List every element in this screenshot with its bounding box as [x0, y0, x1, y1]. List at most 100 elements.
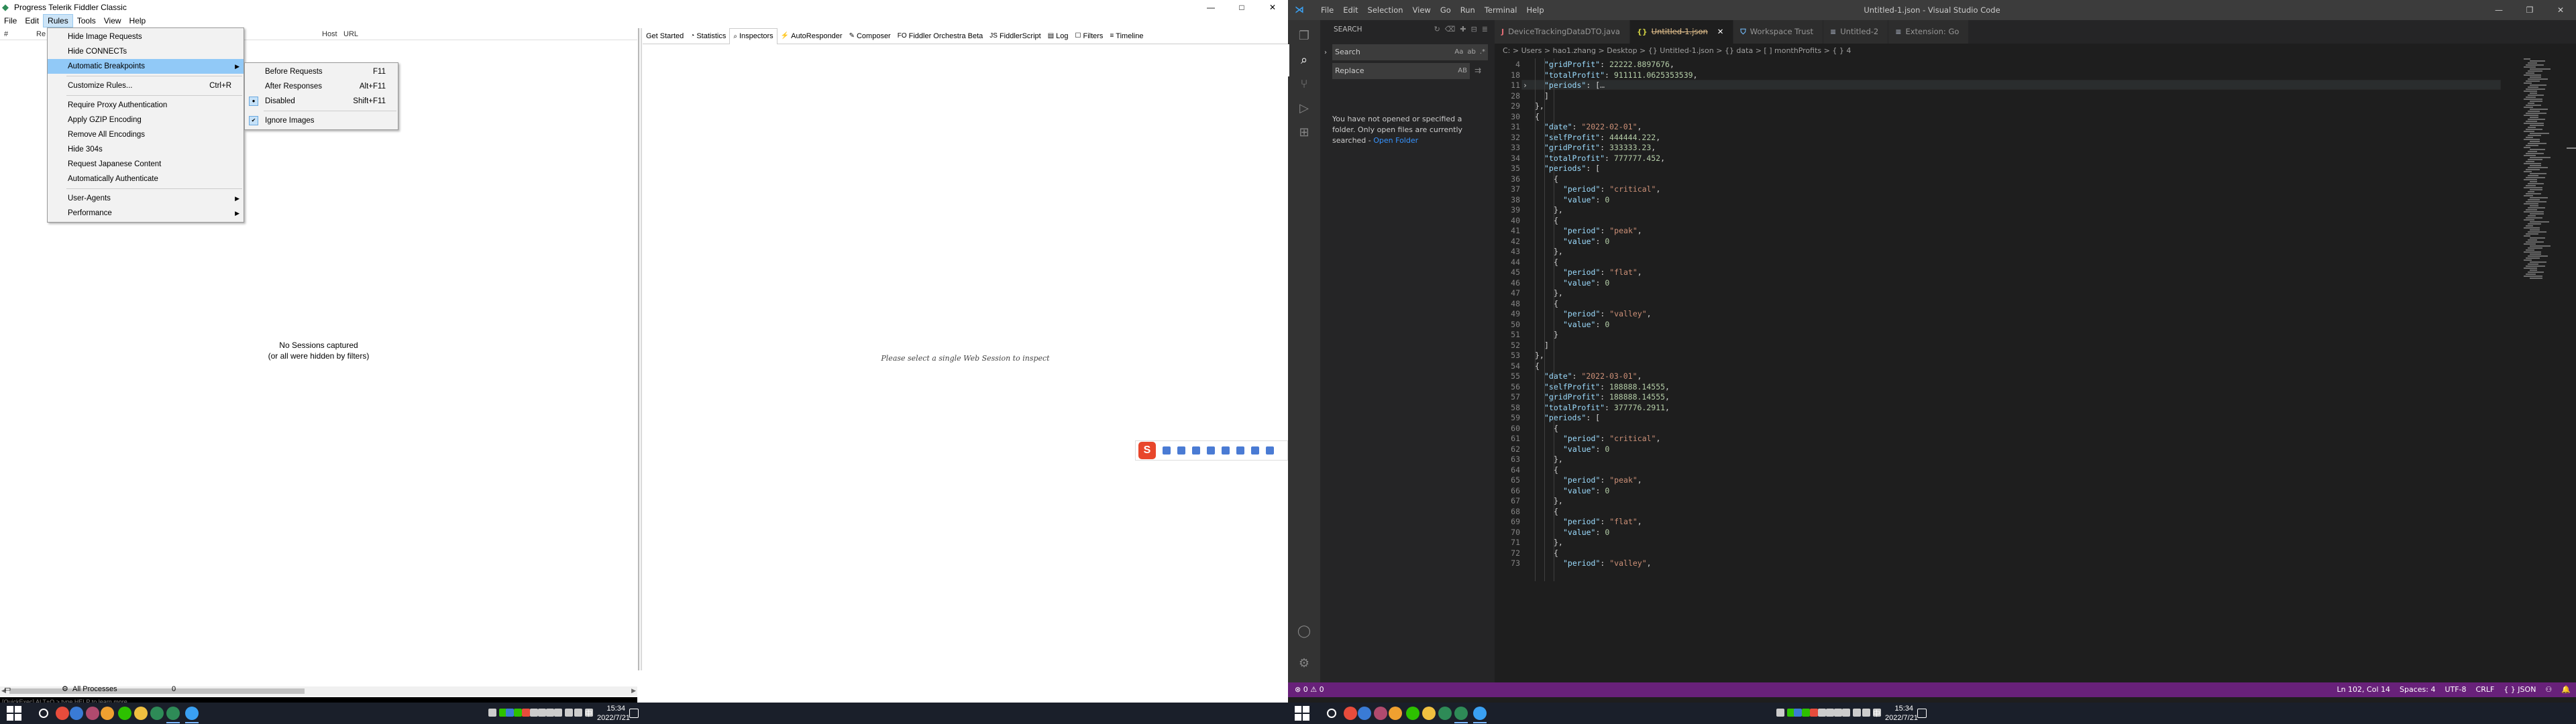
tray-icon[interactable]: [488, 709, 496, 717]
rules-item-user-agents[interactable]: User-Agents ▶: [48, 191, 244, 206]
ime-voice-icon[interactable]: [1207, 446, 1215, 455]
view-as-tree-icon[interactable]: ≣: [1482, 25, 1488, 34]
fiddler-icon[interactable]: [1454, 707, 1468, 720]
rules-item-request-japanese-content[interactable]: Request Japanese Content: [48, 157, 244, 172]
account-icon[interactable]: ◯: [1296, 623, 1312, 640]
panel-splitter[interactable]: [639, 28, 642, 670]
tray-icon[interactable]: [538, 709, 546, 717]
tray-icon[interactable]: [1862, 709, 1870, 717]
notification-icon[interactable]: [629, 709, 639, 718]
tray-icon[interactable]: [1810, 709, 1818, 717]
status-item-5[interactable]: { } JSON: [2504, 682, 2536, 697]
tray-icon[interactable]: [1842, 709, 1850, 717]
status-item-7[interactable]: 🔔: [2561, 682, 2571, 697]
tray-icon[interactable]: [546, 709, 554, 717]
tab-autoresponder[interactable]: ⚡ AutoResponder: [777, 32, 846, 40]
ime-chinese-icon[interactable]: [1163, 446, 1171, 455]
search-icon[interactable]: ⌕: [1296, 52, 1312, 68]
ime-punctuation-icon[interactable]: [1177, 446, 1185, 455]
app-red-icon[interactable]: [1374, 707, 1387, 720]
maximize-button[interactable]: □: [1226, 0, 1257, 15]
tab-composer[interactable]: ✎ Composer: [846, 32, 894, 40]
replace-all-icon[interactable]: ⇉: [1474, 66, 1481, 75]
tray-icon[interactable]: [1802, 709, 1810, 717]
rules-item-hide-image-requests[interactable]: Hide Image Requests: [48, 29, 244, 44]
editor-tab-5[interactable]: ≡ Extension: Go: [1888, 20, 1970, 44]
breakpoints-item-ignore-images[interactable]: ✔ Ignore Images: [245, 113, 398, 128]
clear-results-icon[interactable]: ⌫: [1445, 25, 1456, 34]
vscode-menu-run[interactable]: Run: [1456, 0, 1480, 20]
close-button[interactable]: ✕: [1257, 0, 1288, 15]
column-result[interactable]: Re: [36, 30, 46, 38]
tray-icon[interactable]: [1834, 709, 1842, 717]
tray-icon[interactable]: [1776, 709, 1784, 717]
status-item-6[interactable]: ⚇: [2545, 682, 2552, 697]
column-number[interactable]: #: [4, 30, 8, 38]
collapse-all-icon[interactable]: ⊟: [1471, 25, 1477, 34]
open-folder-link[interactable]: Open Folder: [1373, 136, 1418, 145]
preserve-case-icon[interactable]: AB: [1458, 63, 1467, 79]
vscode-menu-view[interactable]: View: [1408, 0, 1436, 20]
ime-indicator[interactable]: 中: [1873, 708, 1880, 719]
notification-icon[interactable]: [1917, 709, 1927, 718]
extensions-icon[interactable]: ⊞: [1296, 125, 1312, 141]
column-host[interactable]: Host: [322, 30, 337, 38]
source-control-icon[interactable]: ⑂: [1296, 76, 1312, 93]
vscode-menu-file[interactable]: File: [1316, 0, 1338, 20]
status-item-2[interactable]: Spaces: 4: [2400, 682, 2435, 697]
tab-timeline[interactable]: ≡ Timeline: [1106, 32, 1146, 40]
fiddler-search-icon[interactable]: [1358, 707, 1371, 720]
vscode-restore-button[interactable]: ❐: [2514, 0, 2545, 20]
explorer-icon[interactable]: ❐: [1296, 28, 1312, 44]
minimap[interactable]: [2521, 58, 2568, 286]
tray-icon[interactable]: [1826, 709, 1834, 717]
tray-icon[interactable]: [574, 709, 582, 717]
tab-filters[interactable]: ☐ Filters: [1072, 32, 1107, 40]
tray-icon[interactable]: [554, 709, 562, 717]
code-editor[interactable]: 4 "gridProfit": 22222.8897676, 18 "totalPro…: [1495, 58, 2501, 682]
fiddler-icon[interactable]: [166, 707, 180, 720]
clock[interactable]: 15:34 2022/7/21: [597, 704, 630, 723]
vscode-menu-go[interactable]: Go: [1436, 0, 1456, 20]
tray-icon[interactable]: [1853, 709, 1861, 717]
wechat-icon[interactable]: [118, 707, 131, 720]
status-item-1[interactable]: Ln 102, Col 14: [2337, 682, 2390, 697]
breadcrumb[interactable]: C: > Users > hao1.zhang > Desktop > {} U…: [1495, 44, 2576, 58]
menu-rules[interactable]: Rules: [43, 14, 73, 27]
sogou-ime-icon[interactable]: S: [1138, 442, 1156, 459]
rules-item-require-proxy-authentication[interactable]: Require Proxy Authentication: [48, 98, 244, 113]
start-button[interactable]: [7, 706, 21, 721]
rules-item-hide-304s[interactable]: Hide 304s: [48, 142, 244, 157]
rules-item-performance[interactable]: Performance ▶: [48, 206, 244, 221]
ime-skin-icon[interactable]: [1236, 446, 1244, 455]
use-regex-icon[interactable]: .*: [1480, 44, 1485, 60]
rules-item-customize-rules[interactable]: Customize Rules... Ctrl+R: [48, 78, 244, 93]
app-red-icon[interactable]: [86, 707, 99, 720]
file-explorer-icon[interactable]: [134, 707, 148, 720]
wechat-icon[interactable]: [1406, 707, 1419, 720]
vscode-icon[interactable]: [185, 707, 199, 720]
ime-tools-icon[interactable]: [1251, 446, 1259, 455]
match-whole-word-icon[interactable]: ab: [1467, 44, 1475, 60]
settings-gear-icon[interactable]: ⚙: [1296, 656, 1312, 672]
vscode-menu-selection[interactable]: Selection: [1363, 0, 1408, 20]
new-search-editor-icon[interactable]: ✚: [1460, 25, 1466, 34]
tab-fiddler-orchestra-beta[interactable]: FO Fiddler Orchestra Beta: [894, 32, 987, 40]
capture-icon[interactable]: ▭: [4, 682, 11, 696]
problems-indicator[interactable]: ⊗ 0 ⚠ 0: [1295, 682, 1324, 697]
fold-chevron-icon[interactable]: ›: [1523, 80, 1527, 90]
menu-edit[interactable]: Edit: [21, 15, 43, 27]
status-item-4[interactable]: CRLF: [2476, 682, 2495, 697]
tray-icon[interactable]: [522, 709, 530, 717]
chrome-2-icon[interactable]: [1389, 707, 1402, 720]
run-debug-icon[interactable]: ▷: [1296, 101, 1312, 117]
chrome-icon[interactable]: [56, 707, 69, 720]
tray-icon[interactable]: [1794, 709, 1802, 717]
rules-item-hide-connects[interactable]: Hide CONNECTs: [48, 44, 244, 59]
minimize-button[interactable]: —: [1195, 0, 1226, 15]
tab-inspectors[interactable]: ⌕ Inspectors: [729, 27, 777, 44]
vscode-menu-help[interactable]: Help: [1521, 0, 1548, 20]
menu-tools[interactable]: Tools: [73, 15, 100, 27]
rules-item-automatically-authenticate[interactable]: Automatically Authenticate: [48, 172, 244, 186]
rules-item-apply-gzip-encoding[interactable]: Apply GZIP Encoding: [48, 113, 244, 127]
